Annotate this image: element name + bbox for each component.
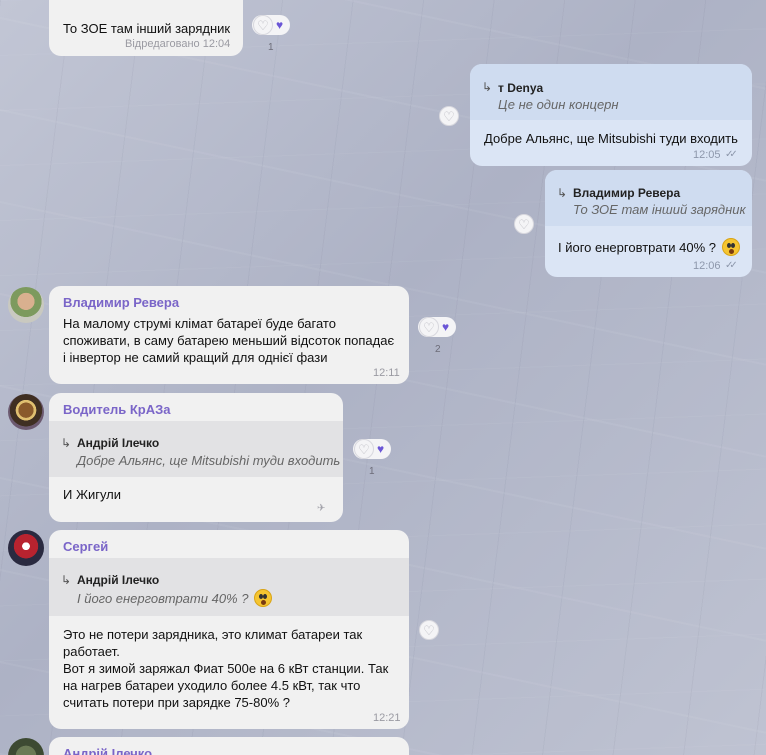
reaction-control[interactable]: ♡ ♥ <box>353 439 392 459</box>
reply-arrow-icon: ↳ <box>61 436 72 450</box>
avatar[interactable] <box>8 287 44 323</box>
reaction-pill[interactable]: ♡ ♥ <box>353 439 392 459</box>
reaction-count: 1 <box>268 42 274 53</box>
message-time: 12:06 <box>693 260 721 272</box>
message-text: Добре Альянс, ще Mitsubishi туди входить <box>484 131 738 146</box>
quote-author: Андрій Ілечко <box>77 436 160 450</box>
heart-icon[interactable]: ♡ <box>419 620 439 640</box>
message-line: работает. <box>63 644 120 659</box>
message-bubble[interactable]: Водитель КрАЗа ↳ Андрій Ілечко Добре Аль… <box>49 393 343 522</box>
message-time: 12:21 <box>373 712 401 724</box>
message-line: Вот я зимой заряжал Фиат 500е на 6 кВт с… <box>63 661 389 676</box>
reply-quote[interactable]: ↳ Андрій Ілечко Добре Альянс, ще Mitsubi… <box>49 421 343 477</box>
heart-filled-icon: ♥ <box>276 18 284 32</box>
message-bubble[interactable]: Андрій Ілечко <box>49 737 409 755</box>
reaction-control[interactable]: ♡ ♥ <box>252 15 291 35</box>
reply-arrow-icon: ↳ <box>61 573 72 587</box>
message-time: 12:11 <box>373 367 400 379</box>
message-bubble-outgoing[interactable]: ↳ т Denya Це не один концерн Добре Альян… <box>470 64 752 166</box>
quote-author: т Denya <box>498 81 544 95</box>
double-check-icon: ✓✓ <box>725 149 738 160</box>
heart-icon[interactable]: ♡ <box>439 106 459 126</box>
message-bubble-outgoing[interactable]: ↳ Владимир Ревера То ЗОЕ там інший заряд… <box>545 170 752 277</box>
quote-text-content: І його енерговтрати 40% ? <box>77 591 249 606</box>
message-line: считать потери при зарядке 75-80% ? <box>63 695 290 710</box>
edited-timestamp: Відредаговано 12:04 <box>125 38 231 50</box>
single-check-icon: ✈ <box>317 503 326 514</box>
heart-icon[interactable]: ♡ <box>514 214 534 234</box>
message-line: на нагрев батареи уходило более 4.5 кВт,… <box>63 678 361 693</box>
heart-icon[interactable]: ♡ <box>253 15 273 35</box>
heart-icon[interactable]: ♡ <box>419 317 439 337</box>
reply-arrow-icon: ↳ <box>557 186 568 200</box>
reaction-control[interactable]: ♡ <box>439 106 459 126</box>
avatar[interactable] <box>8 738 44 755</box>
message-line: Это не потери зарядника, это климат бата… <box>63 627 363 642</box>
message-line: споживати, в саму батарею меньший відсот… <box>63 333 395 348</box>
message-text: И Жигули <box>63 487 122 502</box>
sender-name[interactable]: Водитель КрАЗа <box>63 401 171 418</box>
avatar[interactable] <box>8 394 44 430</box>
quote-author: Андрій Ілечко <box>77 573 160 587</box>
quote-text: То ЗОЕ там інший зарядник <box>573 202 746 217</box>
quote-text: Добре Альянс, ще Mitsubishi туди входить <box>77 453 341 468</box>
message-text: І його енерговтрати 40% ? <box>558 238 740 256</box>
avatar[interactable] <box>8 530 44 566</box>
heart-filled-icon: ♥ <box>442 320 450 334</box>
message-line: На малому струмі клімат батареї буде баг… <box>63 316 336 331</box>
reply-quote[interactable]: ↳ Андрій Ілечко І його енерговтрати 40% … <box>49 558 409 616</box>
sender-name[interactable]: Андрій Ілечко <box>63 745 152 755</box>
quote-author: Владимир Ревера <box>573 186 681 200</box>
message-line: і інвертор не самий кращий для однієї фа… <box>63 350 328 365</box>
message-time: 12:05 <box>693 149 721 161</box>
reaction-pill[interactable]: ♡ ♥ <box>252 15 291 35</box>
reaction-control[interactable]: ♡ <box>514 214 534 234</box>
shocked-face-emoji <box>721 238 740 256</box>
sender-name[interactable]: Владимир Ревера <box>63 294 179 311</box>
sender-name[interactable]: Сергей <box>63 538 108 555</box>
quote-text: І його енерговтрати 40% ? <box>77 589 273 607</box>
message-bubble[interactable]: Владимир Ревера На малому струмі клімат … <box>49 286 409 384</box>
heart-filled-icon: ♥ <box>377 442 385 456</box>
quote-text: Це не один концерн <box>498 97 619 112</box>
reply-quote[interactable]: ↳ т Denya Це не один концерн <box>470 64 752 120</box>
message-text-content: І його енерговтрати 40% ? <box>558 240 717 255</box>
shocked-face-emoji <box>254 589 273 607</box>
message-bubble[interactable]: То ЗОЕ там інший зарядник Відредаговано … <box>49 0 243 56</box>
heart-icon[interactable]: ♡ <box>354 439 374 459</box>
message-bubble[interactable]: Сергей ↳ Андрій Ілечко І його енерговтра… <box>49 530 409 729</box>
reaction-count: 2 <box>435 344 441 355</box>
reaction-control[interactable]: ♡ <box>419 620 439 640</box>
message-text: То ЗОЕ там інший зарядник <box>63 21 231 36</box>
reaction-count: 1 <box>369 466 375 477</box>
reply-arrow-icon: ↳ <box>482 80 493 94</box>
reply-quote[interactable]: ↳ Владимир Ревера То ЗОЕ там інший заряд… <box>545 170 752 226</box>
reaction-pill[interactable]: ♡ ♥ <box>418 317 457 337</box>
double-check-icon: ✓✓ <box>725 260 738 271</box>
reaction-control[interactable]: ♡ ♥ <box>418 317 457 337</box>
